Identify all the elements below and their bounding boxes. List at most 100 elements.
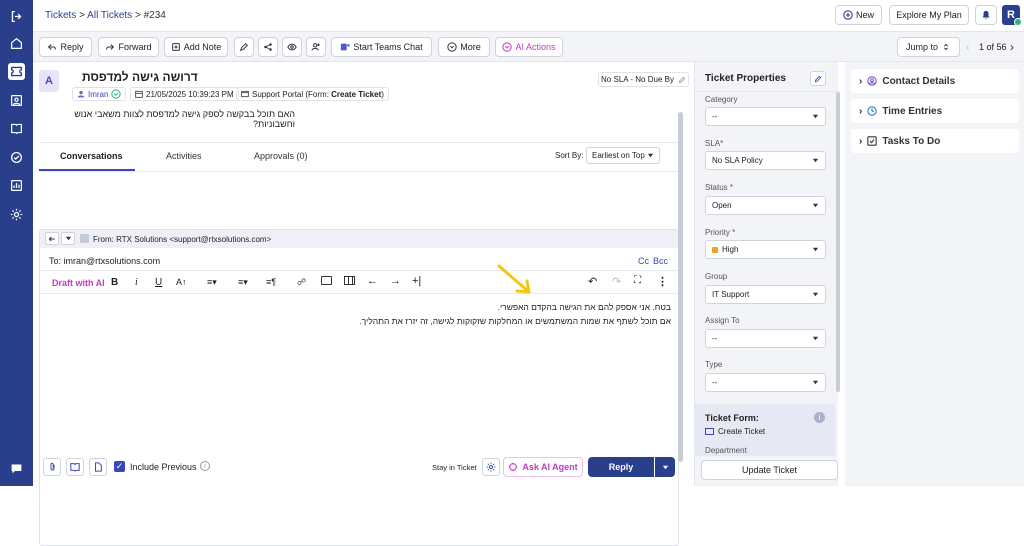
group-select[interactable]: IT Support [705, 285, 826, 304]
forward-button[interactable]: Forward [98, 37, 159, 57]
category-select[interactable]: -- [705, 107, 826, 126]
cc-link[interactable]: Cc [638, 256, 649, 266]
status-value: Open [712, 201, 732, 210]
ticket-form-name: Create Ticket [718, 427, 766, 436]
kb-insert-button[interactable] [66, 458, 84, 476]
assign-to-select[interactable]: -- [705, 329, 826, 348]
italic-icon[interactable]: i [135, 277, 138, 288]
add-user-icon [311, 43, 320, 51]
settings-icon[interactable] [8, 206, 25, 223]
more-button[interactable]: More [438, 37, 490, 57]
reply-button[interactable]: Reply [39, 37, 92, 57]
add-user-button[interactable] [306, 37, 326, 57]
type-select[interactable]: -- [705, 373, 826, 392]
fullscreen-icon[interactable]: ⛶ [634, 275, 641, 286]
insert-icon[interactable]: +| [412, 275, 421, 287]
explore-plan-button[interactable]: Explore My Plan [889, 5, 969, 25]
ai-actions-button[interactable]: AI Actions [495, 37, 563, 57]
reply-mode-dropdown[interactable] [61, 232, 75, 245]
sort-select[interactable]: Earliest on Top [586, 147, 660, 164]
paragraph-icon[interactable]: ≡¶ [266, 277, 276, 287]
tab-activities[interactable]: Activities [166, 151, 202, 161]
redo-icon[interactable]: ↷ [612, 275, 621, 288]
contact-details-label: Contact Details [882, 75, 956, 87]
include-previous-checkbox[interactable]: ✓ [114, 461, 125, 472]
ticket-toolbar: Reply Forward Add Note Start Teams Chat … [33, 32, 1024, 62]
knowledge-base-icon[interactable] [8, 120, 25, 137]
priority-value: High [722, 245, 739, 254]
sla-badge[interactable]: No SLA - No Due By [598, 72, 689, 87]
canned-response-button[interactable] [89, 458, 107, 476]
logout-icon[interactable] [8, 8, 25, 25]
teams-icon [341, 43, 350, 51]
jump-to-button[interactable]: Jump to [897, 37, 960, 57]
previous-ticket-icon[interactable]: ‹ [966, 42, 969, 53]
portal-icon [241, 90, 249, 98]
info-icon[interactable]: i [814, 412, 825, 423]
reply-options-button[interactable] [655, 457, 675, 477]
draft-with-ai-button[interactable]: Draft with AI [52, 278, 105, 288]
ticket-scrollbar[interactable] [678, 112, 683, 462]
tasks-to-do-section[interactable]: › Tasks To Do [851, 129, 1019, 153]
numbered-list-icon[interactable]: ≡▾ [207, 277, 217, 288]
tab-approvals[interactable]: Approvals (0) [254, 151, 308, 161]
reply-mode-icon[interactable] [45, 232, 59, 245]
sort-value: Earliest on Top [592, 151, 645, 160]
next-ticket-icon[interactable]: › [1010, 40, 1014, 54]
indent-icon[interactable]: → [390, 275, 401, 287]
watch-button[interactable] [282, 37, 302, 57]
font-size-icon[interactable]: A↑ [176, 277, 187, 287]
requester-chip[interactable]: Imran [72, 87, 127, 101]
verified-icon [111, 89, 122, 99]
from-address: From: RTX Solutions <support@rtxsolution… [93, 235, 272, 244]
ask-ai-agent-button[interactable]: Ask AI Agent [503, 457, 583, 477]
edit-properties-button[interactable] [810, 71, 826, 86]
status-select[interactable]: Open [705, 196, 826, 215]
edit-button[interactable] [234, 37, 254, 57]
to-address[interactable]: To: imran@rtxsolutions.com [49, 256, 160, 266]
underline-icon[interactable]: U [155, 277, 162, 288]
bcc-link[interactable]: Bcc [653, 256, 668, 266]
table-icon[interactable] [344, 276, 355, 285]
home-icon[interactable] [8, 35, 25, 52]
breadcrumb-tickets[interactable]: Tickets [45, 10, 76, 21]
chat-icon[interactable] [8, 460, 25, 477]
tab-conversations[interactable]: Conversations [60, 151, 123, 161]
undo-icon[interactable]: ↶ [588, 275, 597, 288]
outdent-icon[interactable]: ← [367, 275, 378, 287]
notifications-button[interactable] [975, 5, 997, 25]
tasks-icon[interactable] [8, 149, 25, 166]
reports-icon[interactable] [8, 177, 25, 194]
link-icon[interactable]: ☍ [297, 277, 306, 288]
tickets-icon[interactable] [8, 63, 25, 80]
contact-details-section[interactable]: › Contact Details [851, 69, 1019, 93]
image-icon[interactable] [321, 276, 332, 285]
stay-settings-button[interactable] [482, 458, 500, 476]
info-icon[interactable]: i [200, 461, 210, 471]
attach-button[interactable] [43, 458, 61, 476]
start-teams-chat-button[interactable]: Start Teams Chat [331, 37, 432, 57]
new-button[interactable]: New [835, 5, 882, 25]
sla-select[interactable]: No SLA Policy [705, 151, 826, 170]
bold-icon[interactable]: B [111, 277, 118, 288]
send-reply-button[interactable]: Reply [588, 457, 654, 477]
update-ticket-button[interactable]: Update Ticket [701, 460, 838, 480]
chevron-down-icon [647, 153, 654, 158]
reply-body[interactable]: בטח. אני אספק להם את הגישה בהקדם האפשרי.… [273, 300, 671, 328]
sla-label: No SLA - No Due By [601, 75, 674, 84]
time-entries-section[interactable]: › Time Entries [851, 99, 1019, 123]
add-note-button[interactable]: Add Note [164, 37, 228, 57]
share-button[interactable] [258, 37, 278, 57]
ai-actions-label: AI Actions [515, 42, 556, 52]
arrow-annotation-icon [497, 264, 531, 294]
breadcrumb-all-tickets[interactable]: All Tickets [87, 10, 132, 21]
properties-title: Ticket Properties [705, 73, 786, 84]
contacts-icon[interactable] [8, 92, 25, 109]
bullet-list-icon[interactable]: ≡▾ [238, 277, 248, 288]
note-icon [171, 43, 180, 51]
start-teams-chat-label: Start Teams Chat [353, 42, 423, 52]
more-options-icon[interactable]: ⋮ [657, 275, 668, 288]
properties-scrollbar[interactable] [836, 92, 840, 392]
priority-select[interactable]: High [705, 240, 826, 259]
plus-circle-icon [843, 10, 853, 20]
